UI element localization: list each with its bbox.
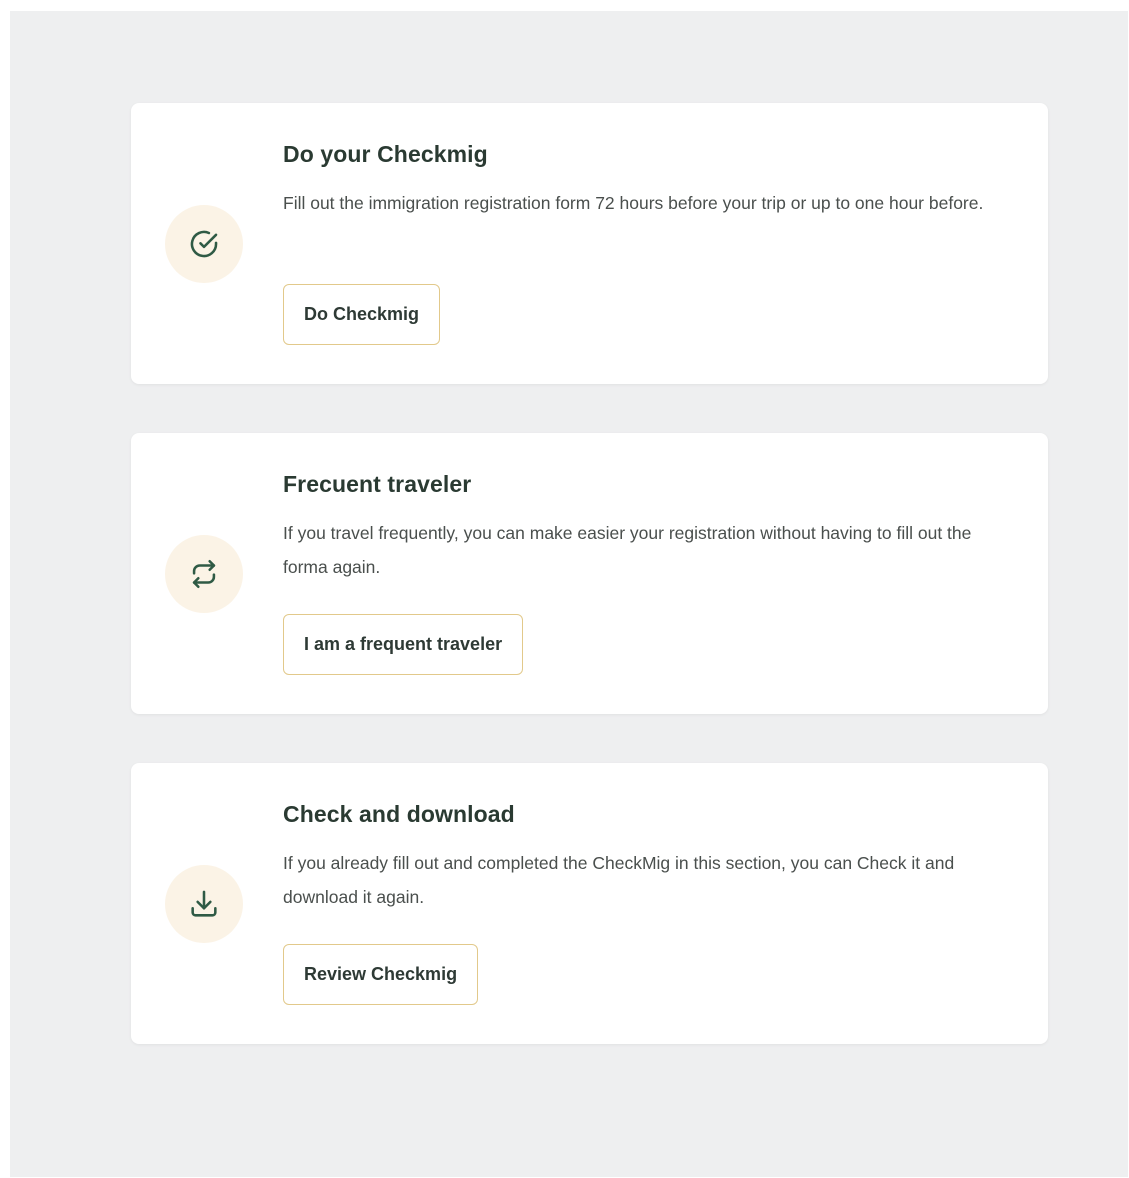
do-checkmig-button[interactable]: Do Checkmig [283, 284, 441, 345]
card-title: Do your Checkmig [283, 141, 488, 167]
card-description: Fill out the immigration registration fo… [283, 193, 984, 213]
check-circle-icon-badge [165, 205, 243, 283]
download-icon [191, 890, 217, 917]
card-description: If you travel frequently, you can make e… [283, 523, 972, 577]
card-description: If you already fill out and completed th… [283, 853, 955, 907]
repeat-arrows-icon [192, 559, 216, 589]
frequent-traveler-button[interactable]: I am a frequent traveler [283, 614, 524, 675]
repeat-arrows-icon-badge [165, 535, 243, 613]
card-title: Check and download [283, 801, 515, 827]
check-circle-icon [190, 230, 218, 258]
card-check-and-download: Check and download If you already fill o… [131, 763, 1048, 1044]
download-icon-badge [165, 865, 243, 943]
card-frequent-traveler: Frecuent traveler If you travel frequent… [131, 433, 1048, 714]
card-do-checkmig: Do your Checkmig Fill out the immigratio… [131, 103, 1048, 384]
card-title: Frecuent traveler [283, 471, 472, 497]
review-checkmig-button[interactable]: Review Checkmig [283, 944, 479, 1005]
page-background: Do your Checkmig Fill out the immigratio… [10, 11, 1128, 1177]
